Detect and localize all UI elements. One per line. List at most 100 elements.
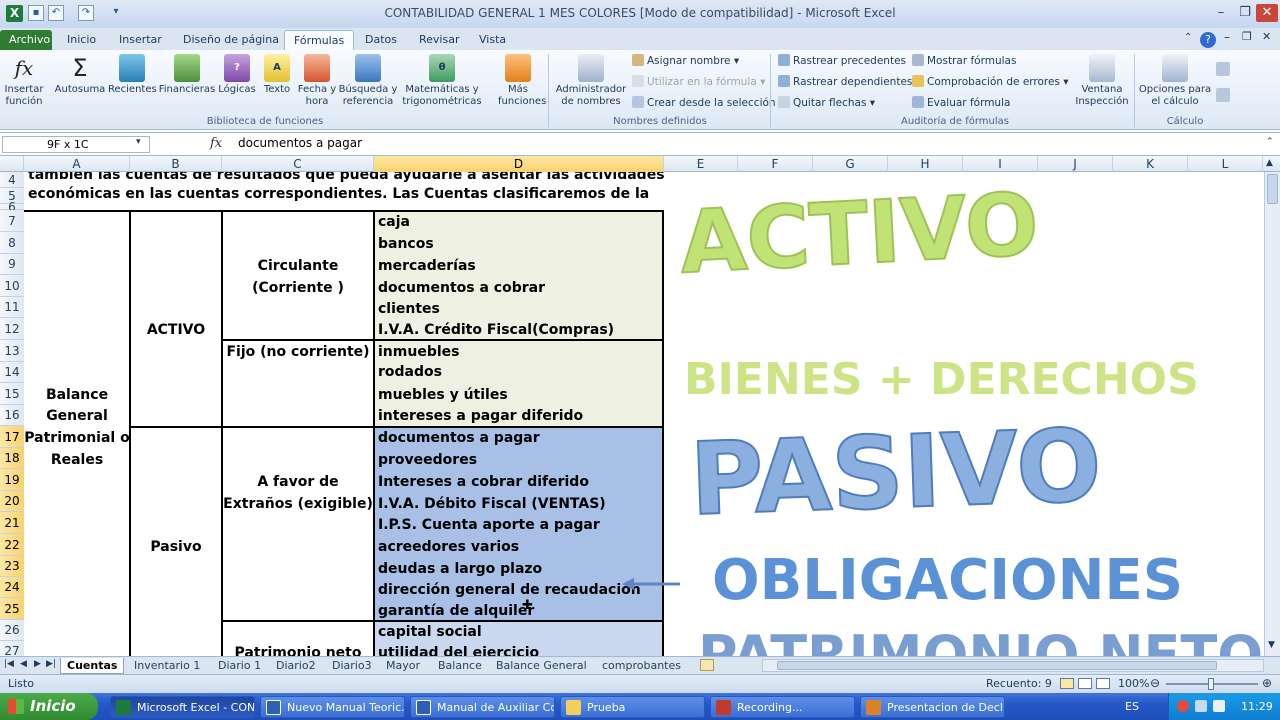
trace-precedents-button[interactable]: Rastrear precedentes (778, 52, 906, 70)
sheet-tab-diario-1[interactable]: Diario 1 (212, 658, 267, 674)
tab-formulas[interactable]: Fórmulas (284, 30, 355, 50)
start-button[interactable]: Inicio (0, 693, 98, 720)
tab-archivo[interactable]: Archivo (0, 30, 52, 50)
zoom-level[interactable]: 100% (1118, 677, 1149, 690)
column-header-e[interactable]: E (664, 156, 738, 172)
row-header-4[interactable]: 4 (0, 172, 24, 188)
vertical-scroll-up-icon[interactable]: ▲ (1266, 158, 1273, 168)
taskbar-item-word-2[interactable]: Manual de Auxiliar Co... (410, 696, 555, 718)
tab-revisar[interactable]: Revisar (410, 30, 468, 50)
select-all-corner[interactable] (0, 156, 24, 172)
row-header-8[interactable]: 8 (0, 232, 24, 254)
column-header-j[interactable]: J (1038, 156, 1113, 172)
row-header-11[interactable]: 11 (0, 297, 24, 318)
page-layout-view-icon[interactable] (1078, 678, 1092, 689)
sheet-nav-last-icon[interactable]: ▶| (46, 659, 56, 669)
minimize-button[interactable]: – (1210, 4, 1232, 22)
taskbar-item-presentation[interactable]: Presentacion de Decl... (860, 696, 1005, 718)
financial-button[interactable]: Financieras (158, 54, 216, 96)
row-header-15[interactable]: 15 (0, 383, 24, 405)
row-header-18[interactable]: 18 (0, 448, 24, 469)
zoom-in-icon[interactable]: ⊕ (1262, 676, 1272, 690)
datetime-button[interactable]: Fecha y hora (296, 54, 338, 108)
page-break-view-icon[interactable] (1096, 678, 1110, 689)
sheet-nav-first-icon[interactable]: |◀ (4, 659, 14, 669)
row-header-13[interactable]: 13 (0, 340, 24, 362)
row-header-7[interactable]: 7 (0, 210, 24, 232)
vertical-scroll-thumb[interactable] (1267, 174, 1278, 204)
taskbar-item-recording[interactable]: Recording... (710, 696, 855, 718)
sheet-tab-cuentas[interactable]: Cuentas (60, 658, 125, 674)
column-header-g[interactable]: G (813, 156, 888, 172)
taskbar-item-word-1[interactable]: Nuevo Manual Teoric... (260, 696, 405, 718)
help-icon[interactable]: ? (1200, 32, 1216, 48)
insert-sheet-icon[interactable] (700, 659, 714, 671)
row-header-19[interactable]: 19 (0, 469, 24, 491)
expand-formula-bar-icon[interactable]: ⌃ (1266, 137, 1274, 147)
workbook-minimize-icon[interactable]: – (1224, 30, 1230, 44)
sheet-tab-diario3[interactable]: Diario3 (326, 658, 378, 674)
taskbar-item-folder[interactable]: Prueba (560, 696, 705, 718)
column-header-b[interactable]: B (130, 156, 222, 172)
row-header-21[interactable]: 21 (0, 512, 24, 534)
normal-view-icon[interactable] (1060, 678, 1074, 689)
row-header-20[interactable]: 20 (0, 491, 24, 512)
show-formulas-button[interactable]: Mostrar fórmulas (912, 52, 1016, 70)
row-header-24[interactable]: 24 (0, 577, 24, 598)
row-header-22[interactable]: 22 (0, 534, 24, 556)
tray-icon[interactable] (1177, 700, 1189, 712)
remove-arrows-button[interactable]: Quitar flechas ▾ (778, 94, 875, 112)
insert-function-button[interactable]: fx Insertar función (2, 54, 46, 108)
row-header-14[interactable]: 14 (0, 362, 24, 383)
define-name-button[interactable]: Asignar nombre ▾ (632, 52, 739, 70)
watch-window-button[interactable]: Ventana Inspección (1072, 54, 1132, 108)
column-header-i[interactable]: I (963, 156, 1038, 172)
recent-button[interactable]: Recientes (108, 54, 157, 96)
evaluate-formula-button[interactable]: Evaluar fórmula (912, 94, 1010, 112)
name-manager-button[interactable]: Administrador de nombres (552, 54, 630, 108)
formula-input[interactable]: documentos a pagar (232, 136, 1262, 153)
sheet-tab-balance-general[interactable]: Balance General (490, 658, 593, 674)
tab-diseno[interactable]: Diseño de página (174, 30, 288, 50)
sheet-tab-mayor[interactable]: Mayor (380, 658, 426, 674)
lookup-button[interactable]: Búsqueda y referencia (338, 54, 398, 108)
volume-icon[interactable] (1213, 700, 1225, 712)
column-header-l[interactable]: L (1188, 156, 1263, 172)
zoom-slider[interactable] (1166, 678, 1258, 690)
workbook-restore-icon[interactable]: ❐ (1242, 30, 1252, 43)
math-button[interactable]: θ Matemáticas y trigonométricas (400, 54, 484, 108)
sheet-nav-prev-icon[interactable]: ◀ (20, 659, 27, 669)
column-header-f[interactable]: F (738, 156, 813, 172)
row-header-25[interactable]: 25 (0, 598, 24, 620)
row-header-9[interactable]: 9 (0, 254, 24, 275)
text-button[interactable]: A Texto (258, 54, 296, 96)
row-header-16[interactable]: 16 (0, 405, 24, 426)
language-indicator[interactable]: ES (1125, 693, 1139, 720)
create-from-selection-button[interactable]: Crear desde la selección (632, 94, 776, 112)
zoom-out-icon[interactable]: ⊖ (1150, 676, 1160, 690)
column-header-a[interactable]: A (24, 156, 130, 172)
trace-dependents-button[interactable]: Rastrear dependientes (778, 73, 912, 91)
clock[interactable]: 11:29 (1241, 693, 1273, 720)
row-header-17[interactable]: 17 (0, 426, 24, 448)
taskbar-item-excel[interactable]: Microsoft Excel - CON... (110, 696, 255, 718)
calculate-now-icon[interactable] (1216, 62, 1230, 76)
tab-inicio[interactable]: Inicio (58, 30, 105, 50)
sheet-nav-next-icon[interactable]: ▶ (34, 659, 41, 669)
name-box[interactable]: 9F x 1C (2, 136, 150, 153)
sheet-tab-comprobantes[interactable]: comprobantes (596, 658, 687, 674)
fx-button[interactable]: fx (210, 136, 222, 151)
row-header-12[interactable]: 12 (0, 318, 24, 340)
column-header-h[interactable]: H (888, 156, 963, 172)
autosum-button[interactable]: Σ Autosuma (54, 54, 106, 96)
calc-options-button[interactable]: Opciones para el cálculo (1138, 54, 1212, 108)
tab-insertar[interactable]: Insertar (110, 30, 171, 50)
row-header-10[interactable]: 10 (0, 275, 24, 297)
zoom-slider-thumb[interactable] (1208, 678, 1214, 690)
tab-datos[interactable]: Datos (356, 30, 406, 50)
sheet-tab-diario2[interactable]: Diario2 (270, 658, 322, 674)
error-checking-button[interactable]: Comprobación de errores ▾ (912, 73, 1069, 91)
calculate-sheet-icon[interactable] (1216, 88, 1230, 102)
row-header-26[interactable]: 26 (0, 620, 24, 641)
ribbon-minimize-icon[interactable]: ⌃ (1184, 32, 1192, 43)
